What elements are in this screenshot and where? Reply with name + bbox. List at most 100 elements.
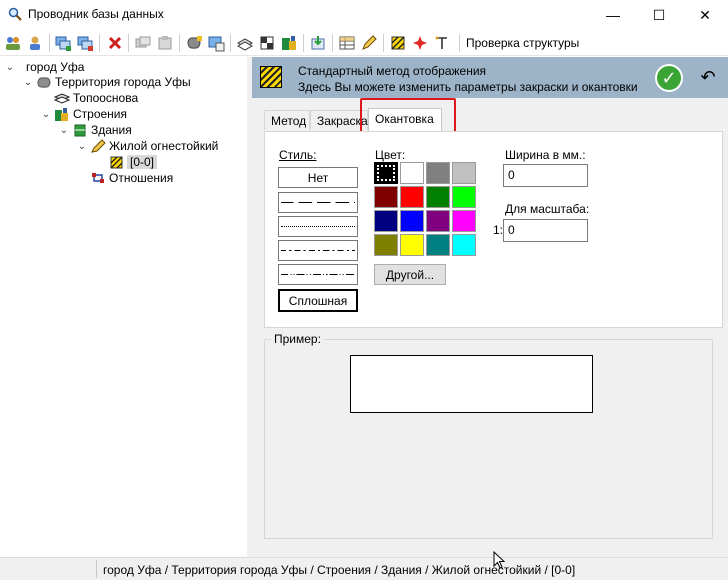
other-color-button[interactable]: Другой... [374, 264, 446, 285]
text-tool-icon[interactable] [433, 34, 451, 52]
maximize-button[interactable]: ☐ [636, 0, 682, 30]
color-swatch[interactable] [374, 162, 398, 184]
hatch-style-icon [260, 66, 282, 88]
color-swatch[interactable] [452, 210, 476, 232]
color-swatch[interactable] [400, 210, 424, 232]
undo-icon[interactable]: ↶ [698, 67, 718, 87]
collapse-icon[interactable]: ⌄ [76, 141, 88, 152]
add-layer-icon[interactable] [54, 34, 72, 52]
remove-layer-icon[interactable] [76, 34, 94, 52]
layer-properties-icon[interactable] [207, 34, 225, 52]
scale-prefix: 1: [493, 223, 504, 237]
tree-node-label: Отношения [109, 171, 174, 185]
title-bar: Проводник базы данных — ☐ ✕ [0, 0, 728, 30]
pin-icon[interactable] [411, 34, 429, 52]
color-swatch[interactable] [426, 234, 450, 256]
color-swatch[interactable] [452, 234, 476, 256]
hatch-style-icon [110, 156, 123, 169]
users-icon[interactable] [4, 34, 22, 52]
tree-node-style-item[interactable]: [0-0] [106, 154, 158, 170]
territory-icon [37, 77, 51, 88]
style-dash-option[interactable] [278, 192, 358, 213]
color-swatch[interactable] [452, 162, 476, 184]
properties-panel: Стандартный метод отображения Здесь Вы м… [252, 57, 728, 557]
color-swatch[interactable] [400, 186, 424, 208]
style-none-option[interactable]: Нет [278, 167, 358, 188]
database-tree: ⌄ город Уфа ⌄ Территория города Уфы Топо… [0, 57, 247, 557]
building-icon[interactable] [280, 34, 298, 52]
collapse-icon[interactable]: ⌄ [40, 109, 52, 120]
toolbar-separator [459, 34, 460, 52]
color-swatch[interactable] [374, 234, 398, 256]
relations-icon [92, 173, 104, 183]
scale-input[interactable]: 0 [503, 219, 588, 242]
sample-preview [350, 355, 593, 413]
hatch-style-icon[interactable] [389, 34, 407, 52]
outline-tab-panel: Стиль: Нет Сплошная Цвет: Другой... Шири… [264, 131, 723, 328]
style-dashdot-option[interactable] [278, 240, 358, 261]
user-settings-icon[interactable] [26, 34, 44, 52]
tree-node-residential[interactable]: ⌄ Жилой огнестойкий [76, 138, 219, 154]
color-swatch[interactable] [400, 162, 424, 184]
toolbar-separator [99, 34, 100, 52]
color-swatch[interactable] [426, 186, 450, 208]
info-banner: Стандартный метод отображения Здесь Вы м… [252, 57, 728, 98]
color-swatch[interactable] [452, 186, 476, 208]
sample-label: Пример: [271, 332, 324, 346]
toolbar-separator [230, 34, 231, 52]
checker-icon[interactable] [258, 34, 276, 52]
tree-node-label: Территория города Уфы [55, 75, 191, 89]
style-solid-option[interactable]: Сплошная [278, 289, 358, 312]
close-button[interactable]: ✕ [682, 0, 728, 30]
tab-method[interactable]: Метод [264, 110, 310, 130]
status-bar: город Уфа / Территория города Уфы / Стро… [0, 557, 728, 580]
database-explorer-icon [8, 7, 22, 21]
toolbar-separator [303, 34, 304, 52]
style-dashdotdot-option[interactable] [278, 264, 358, 285]
topo-layers-icon[interactable] [236, 34, 254, 52]
scale-label: Для масштаба: [505, 202, 590, 216]
toolbar-separator [49, 34, 50, 52]
tree-node-label: Жилой огнестойкий [109, 139, 219, 153]
width-input[interactable]: 0 [503, 164, 588, 187]
toolbar-separator [383, 34, 384, 52]
import-icon[interactable] [309, 34, 327, 52]
toolbar-separator [332, 34, 333, 52]
info-subtitle: Здесь Вы можете изменить параметры закра… [298, 80, 638, 94]
collapse-icon[interactable]: ⌄ [4, 62, 16, 73]
check-structure-button[interactable]: Проверка структуры [466, 36, 579, 50]
mouse-cursor-icon [493, 551, 505, 569]
tree-node-buildings-group[interactable]: ⌄ Строения [40, 106, 127, 122]
info-title: Стандартный метод отображения [298, 64, 487, 78]
window-title: Проводник базы данных [28, 7, 164, 21]
tree-node-relations[interactable]: Отношения [76, 170, 173, 186]
toolbar-separator [128, 34, 129, 52]
apply-checkmark-icon[interactable]: ✓ [655, 64, 683, 92]
tree-node-label: Топооснова [73, 91, 139, 105]
color-swatch[interactable] [426, 162, 450, 184]
collapse-icon[interactable]: ⌄ [58, 125, 70, 136]
tree-node-buildings[interactable]: ⌄ Здания [58, 122, 132, 138]
color-swatch[interactable] [400, 234, 424, 256]
delete-icon[interactable] [106, 34, 124, 52]
tree-node-territory[interactable]: ⌄ Территория города Уфы [22, 74, 191, 90]
collapse-icon[interactable]: ⌄ [22, 77, 34, 88]
style-dot-option[interactable] [278, 216, 358, 237]
color-swatch[interactable] [374, 186, 398, 208]
pencil-icon[interactable] [360, 34, 378, 52]
copy-disabled-icon[interactable] [134, 34, 152, 52]
tree-node-city[interactable]: ⌄ город Уфа [4, 59, 85, 75]
pencil-icon [91, 139, 106, 153]
paste-disabled-icon[interactable] [156, 34, 174, 52]
toolbar: Проверка структуры [0, 30, 728, 56]
color-swatch[interactable] [374, 210, 398, 232]
style-label: Стиль: [279, 148, 317, 162]
status-separator [96, 560, 97, 578]
building-icon [55, 108, 68, 121]
color-swatch[interactable] [426, 210, 450, 232]
tree-node-topo[interactable]: Топооснова [40, 90, 138, 106]
width-label: Ширина в мм.: [505, 148, 586, 162]
object-icon[interactable] [185, 34, 203, 52]
minimize-button[interactable]: — [590, 0, 636, 30]
table-icon[interactable] [338, 34, 356, 52]
